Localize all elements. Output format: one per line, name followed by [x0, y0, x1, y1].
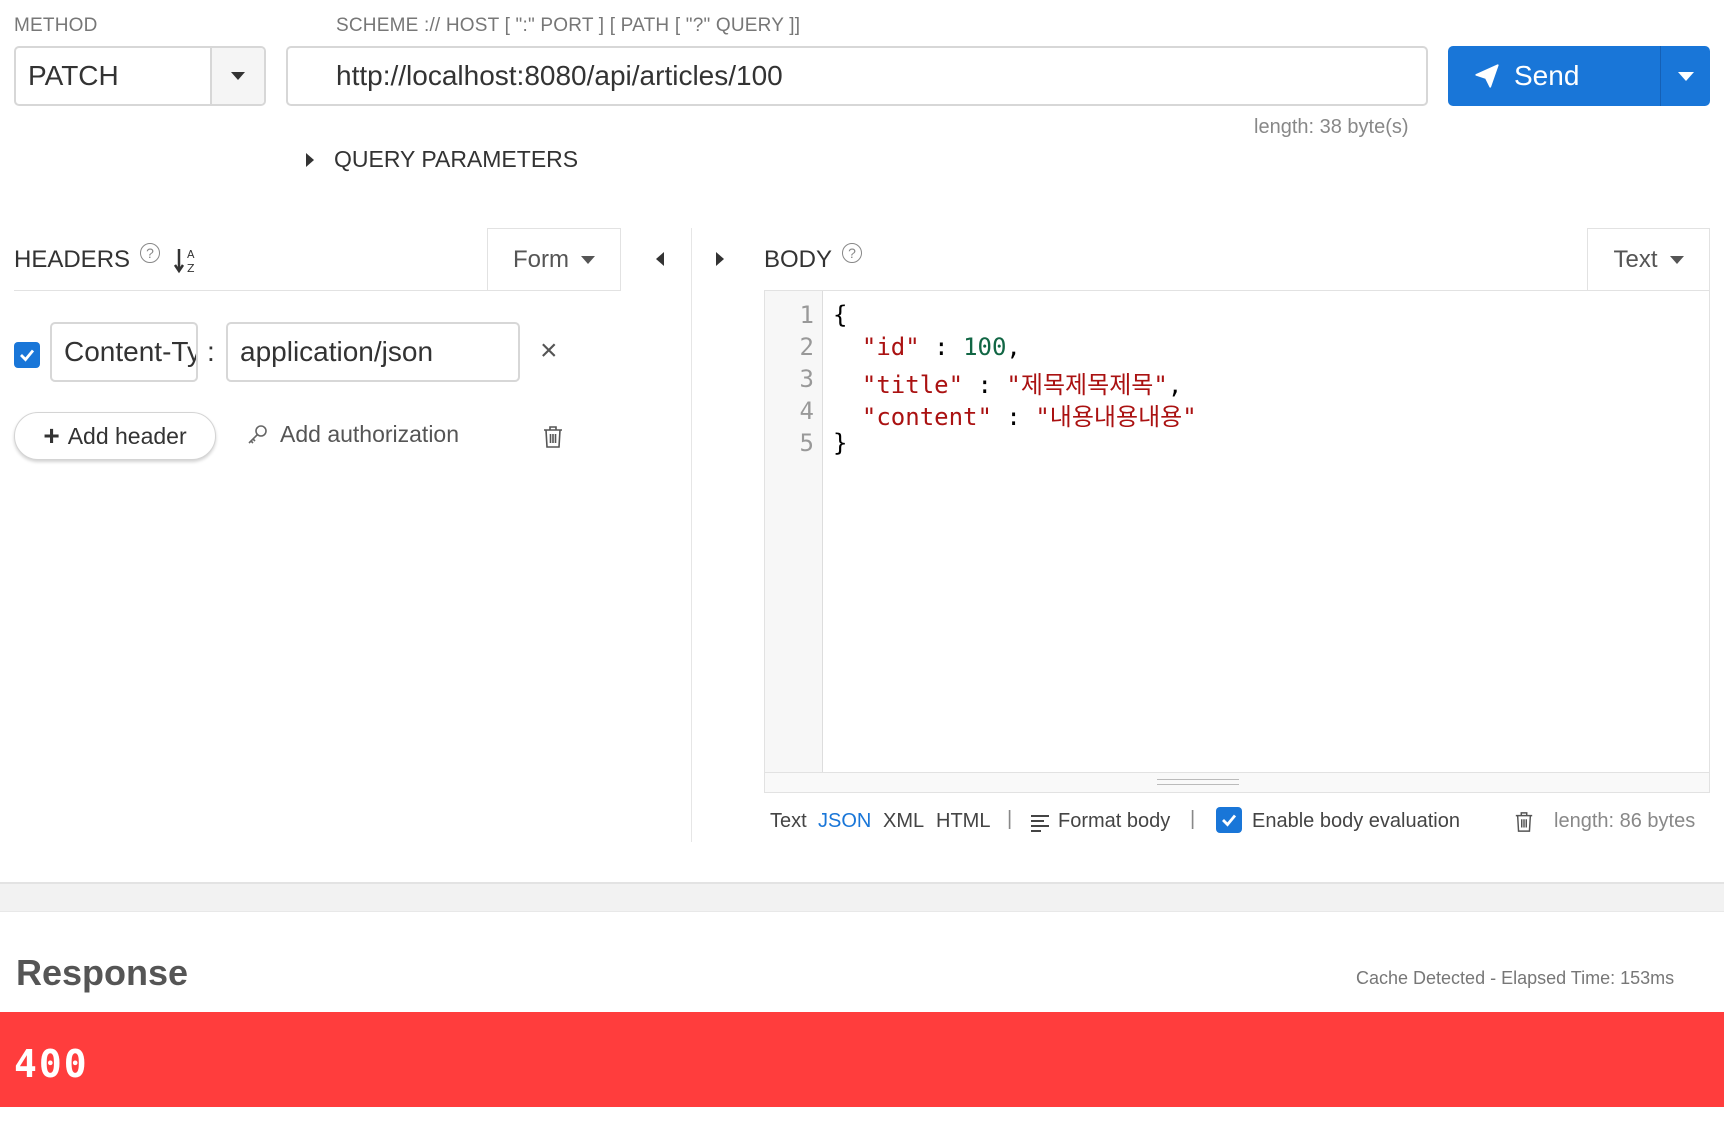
plus-icon: + [43, 420, 60, 451]
url-format-label: SCHEME :// HOST [ ":" PORT ] [ PATH [ "?… [336, 15, 801, 36]
key-icon [248, 424, 267, 444]
json-sep: : [963, 371, 1007, 399]
caret-right-icon [306, 152, 314, 167]
method-dropdown-toggle[interactable] [210, 48, 264, 104]
send-options-button[interactable] [1660, 46, 1710, 106]
align-left-icon [1031, 814, 1049, 832]
body-section-title: BODY ? [764, 243, 863, 274]
url-input[interactable]: http://localhost:8080/api/articles/100 [286, 46, 1428, 106]
enable-body-eval-label: Enable body evaluation [1252, 810, 1460, 832]
header-value-input[interactable]: application/json [226, 322, 520, 382]
add-header-button[interactable]: + Add header [14, 412, 216, 460]
query-parameters-toggle[interactable]: QUERY PARAMETERS [306, 146, 578, 173]
chevron-down-icon [1669, 256, 1684, 264]
json-key: "title" [861, 371, 964, 399]
method-label: METHOD [14, 15, 98, 36]
collapse-headers-button[interactable] [656, 252, 664, 266]
status-bar [0, 1012, 1724, 1107]
trash-icon[interactable] [1514, 811, 1534, 833]
json-sep: : [991, 403, 1036, 431]
line-number: 1 [799, 301, 814, 329]
format-html-link[interactable]: HTML [936, 810, 990, 833]
paper-plane-icon [1475, 64, 1499, 88]
add-authorization-label: Add authorization [280, 421, 460, 447]
method-select[interactable]: PATCH [14, 46, 266, 106]
line-number: 2 [799, 333, 814, 361]
chevron-down-icon [581, 256, 595, 264]
format-body-label: Format body [1058, 810, 1171, 832]
panel-divider[interactable] [691, 228, 692, 842]
json-sep: : [919, 333, 964, 361]
json-key: "content" [861, 403, 992, 431]
body-mode-select[interactable]: Text [1587, 228, 1710, 291]
headers-section-title: HEADERS ? A Z [14, 243, 200, 274]
header-key-input[interactable]: Content-Type [50, 322, 198, 382]
format-text-link[interactable]: Text [770, 810, 807, 833]
headers-divider [14, 290, 621, 291]
enable-body-eval-checkbox[interactable] [1216, 807, 1242, 833]
body-title: BODY [764, 246, 833, 273]
headers-mode-select[interactable]: Form [487, 228, 621, 291]
send-label: Send [1514, 60, 1580, 91]
url-length: length: 38 byte(s) [1254, 116, 1409, 138]
body-length: length: 86 bytes [1554, 810, 1696, 832]
trash-icon[interactable] [542, 425, 564, 449]
line-number: 4 [799, 397, 814, 425]
separator: | [1190, 808, 1196, 830]
code-brace: } [833, 429, 848, 457]
code-line: "id" : 100, [861, 333, 1021, 361]
status-code: 400 [14, 1042, 89, 1086]
json-number: 100 [963, 333, 1007, 361]
caret-right-icon [716, 252, 724, 266]
format-body-button[interactable]: Format body [1030, 810, 1170, 833]
svg-text:A: A [187, 248, 195, 261]
header-enabled-checkbox[interactable] [14, 342, 40, 368]
body-mode-label: Text [1613, 246, 1658, 273]
line-number: 3 [799, 365, 814, 393]
chevron-down-icon [231, 72, 245, 80]
collapse-body-button[interactable] [716, 252, 724, 266]
sort-alpha-icon[interactable]: A Z [174, 246, 200, 274]
json-key: "id" [861, 333, 920, 361]
send-button[interactable]: Send [1448, 46, 1660, 106]
separator: | [1007, 808, 1013, 830]
line-number: 5 [799, 429, 814, 457]
body-editor[interactable]: 1 2 3 4 5 { "id" : 100, "title" : "제목제목제… [764, 291, 1710, 793]
line-number-gutter: 1 2 3 4 5 [765, 291, 823, 773]
help-icon[interactable]: ? [842, 243, 863, 263]
add-header-label: Add header [67, 422, 187, 449]
format-xml-link[interactable]: XML [883, 810, 924, 833]
code-line: { [833, 301, 847, 329]
code-line: "title" : "제목제목제목", [861, 371, 1183, 399]
send-button-group: Send [1448, 46, 1710, 106]
format-json-link[interactable]: JSON [818, 810, 871, 833]
check-icon [20, 349, 35, 362]
svg-text:Z: Z [187, 262, 195, 274]
response-meta: Cache Detected - Elapsed Time: 153ms [1356, 968, 1675, 988]
header-colon: : [207, 336, 215, 367]
chevron-down-icon [1677, 71, 1694, 81]
section-separator [0, 882, 1724, 912]
json-string: "제목제목제목" [1006, 371, 1168, 399]
headers-title: HEADERS [14, 246, 131, 273]
resize-grip-icon [1157, 779, 1239, 785]
json-string: "내용내용내용" [1035, 403, 1197, 431]
remove-header-icon[interactable]: × [540, 336, 558, 366]
method-value: PATCH [28, 60, 119, 91]
editor-resize-bar[interactable] [765, 772, 1709, 792]
caret-left-icon [656, 252, 664, 266]
add-authorization-button[interactable]: Add authorization [246, 421, 459, 448]
query-parameters-label: QUERY PARAMETERS [334, 146, 579, 172]
code-brace: { [833, 301, 848, 329]
code-line: "content" : "내용내용내용" [833, 397, 1197, 432]
headers-mode-label: Form [513, 246, 569, 273]
check-icon [1222, 814, 1237, 827]
help-icon[interactable]: ? [140, 243, 161, 263]
response-title: Response [16, 952, 189, 993]
code-line: } [833, 429, 847, 457]
